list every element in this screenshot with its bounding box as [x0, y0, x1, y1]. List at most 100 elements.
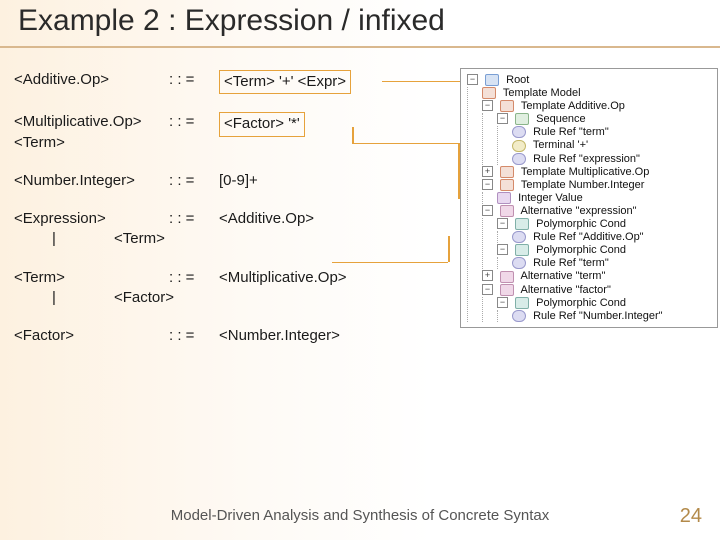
node-label: Root	[506, 74, 529, 86]
boxed-rhs: <Factor> '*'	[219, 112, 305, 136]
sequence-icon	[515, 113, 529, 125]
tree-root[interactable]: − Root Template Model − Template Additiv…	[467, 74, 713, 322]
node-label: Template Multiplicative.Op	[521, 166, 649, 178]
assign-op: : : =	[169, 326, 219, 346]
tree-node[interactable]: Integer Value	[497, 192, 713, 204]
rhs: <Number.Integer>	[219, 326, 454, 346]
rule-factor: <Factor> : : = <Number.Integer>	[14, 326, 454, 346]
node-label: Rule Ref "Number.Integer"	[533, 310, 662, 322]
collapse-icon[interactable]: −	[497, 297, 508, 308]
polymorphic-icon	[515, 244, 529, 256]
rule-number-integer: <Number.Integer> : : = [0-9]+	[14, 171, 454, 191]
rule-additive: <Additive.Op> : : = <Term> '+' <Expr>	[14, 70, 454, 94]
tree-node[interactable]: + Alternative "term"	[482, 270, 713, 282]
lhs-line2: <Term>	[14, 134, 65, 151]
expand-icon[interactable]: +	[482, 270, 493, 281]
collapse-icon[interactable]: −	[482, 284, 493, 295]
node-label: Template Number.Integer	[521, 179, 645, 191]
tree-node[interactable]: − Alternative "expression" − Polymorphic…	[482, 205, 713, 269]
rule-ref-icon	[512, 126, 526, 138]
collapse-icon[interactable]: −	[497, 218, 508, 229]
tree-node[interactable]: Rule Ref "expression"	[512, 153, 713, 165]
tree-node[interactable]: Template Model	[482, 87, 713, 99]
rule-ref-icon	[512, 310, 526, 322]
tree-node[interactable]: − Template Additive.Op − Sequence	[482, 100, 713, 164]
rule-term: <Term> : : = <Multiplicative.Op> | <Fact…	[14, 268, 454, 309]
tree-node[interactable]: Rule Ref "Additive.Op"	[512, 231, 713, 243]
tree-node[interactable]: − Alternative "factor" − Polymorphic Con…	[482, 284, 713, 322]
tree-node[interactable]: + Template Multiplicative.Op	[482, 166, 713, 178]
tree-node[interactable]: Rule Ref "Number.Integer"	[512, 310, 713, 322]
template-icon	[500, 179, 514, 191]
node-label: Polymorphic Cond	[536, 218, 626, 230]
integer-icon	[497, 192, 511, 204]
node-label: Sequence	[536, 113, 586, 125]
expand-icon[interactable]: +	[482, 166, 493, 177]
connector-line	[352, 143, 458, 144]
node-label: Rule Ref "expression"	[533, 153, 640, 165]
grammar-block: <Additive.Op> : : = <Term> '+' <Expr> <M…	[14, 70, 454, 364]
tree-node[interactable]: Rule Ref "term"	[512, 257, 713, 269]
collapse-icon[interactable]: −	[482, 205, 493, 216]
title-underline	[0, 46, 720, 48]
template-icon	[500, 166, 514, 178]
connector-line	[382, 81, 460, 82]
footer-text: Model-Driven Analysis and Synthesis of C…	[0, 507, 720, 524]
node-label: Terminal '+'	[533, 139, 588, 151]
lhs-line1: <Multiplicative.Op>	[14, 113, 142, 130]
rule-multiplicative: <Multiplicative.Op> <Term> : : = <Factor…	[14, 112, 454, 153]
tree-node[interactable]: − Polymorphic Cond Rule Ref "term"	[497, 244, 713, 269]
alt-pipe: |	[14, 229, 94, 249]
lhs: <Number.Integer>	[14, 171, 169, 191]
alternative-icon	[500, 205, 514, 217]
alt-pipe: |	[14, 288, 94, 308]
tree-node[interactable]: − Polymorphic Cond Rule Ref "Additive.Op…	[497, 218, 713, 243]
rhs-alt2: <Term>	[94, 229, 454, 249]
assign-op: : : =	[169, 171, 219, 191]
collapse-icon[interactable]: −	[497, 113, 508, 124]
node-label: Rule Ref "term"	[533, 257, 609, 269]
rhs-alt1: <Additive.Op>	[219, 209, 454, 229]
node-label: Polymorphic Cond	[536, 244, 626, 256]
rule-expression: <Expression> : : = <Additive.Op> | <Term…	[14, 209, 454, 250]
alternative-icon	[500, 271, 514, 283]
assign-op: : : =	[169, 209, 219, 229]
rhs: [0-9]+	[219, 171, 454, 191]
connector-line	[332, 262, 448, 263]
polymorphic-icon	[515, 218, 529, 230]
slide-title: Example 2 : Expression / infixed	[18, 4, 445, 38]
template-icon	[482, 87, 496, 99]
tree-node[interactable]: Terminal '+'	[512, 139, 713, 151]
node-label: Alternative "expression"	[521, 205, 637, 217]
lhs: <Term>	[14, 268, 169, 288]
collapse-icon[interactable]: −	[482, 100, 493, 111]
node-label: Rule Ref "Additive.Op"	[533, 231, 644, 243]
tree-node[interactable]: − Sequence Rule Ref "term"	[497, 113, 713, 164]
rule-ref-icon	[512, 231, 526, 243]
boxed-rhs: <Term> '+' <Expr>	[219, 70, 351, 94]
node-label: Alternative "factor"	[521, 284, 611, 296]
tree-node[interactable]: − Polymorphic Cond Rule Ref "Number.Inte…	[497, 297, 713, 322]
rhs-alt1: <Multiplicative.Op>	[219, 268, 454, 288]
rule-ref-icon	[512, 257, 526, 269]
slide: Example 2 : Expression / infixed <Additi…	[0, 0, 720, 540]
rule-ref-icon	[512, 153, 526, 165]
polymorphic-icon	[515, 297, 529, 309]
assign-op: : : =	[169, 70, 219, 90]
assign-op: : : =	[169, 268, 219, 288]
collapse-icon[interactable]: −	[497, 244, 508, 255]
collapse-icon[interactable]: −	[482, 179, 493, 190]
node-label: Alternative "term"	[521, 270, 606, 282]
assign-op: : : =	[169, 112, 219, 132]
tree-node[interactable]: Rule Ref "term"	[512, 126, 713, 138]
connector-line	[352, 127, 354, 143]
connector-line	[448, 236, 450, 262]
node-label: Polymorphic Cond	[536, 297, 626, 309]
tree-node[interactable]: − Template Number.Integer Integer Value	[482, 179, 713, 204]
node-label: Template Model	[503, 87, 581, 99]
alternative-icon	[500, 284, 514, 296]
collapse-icon[interactable]: −	[467, 74, 478, 85]
rhs-alt2: <Factor>	[94, 288, 454, 308]
node-label: Template Additive.Op	[521, 100, 625, 112]
template-icon	[500, 100, 514, 112]
